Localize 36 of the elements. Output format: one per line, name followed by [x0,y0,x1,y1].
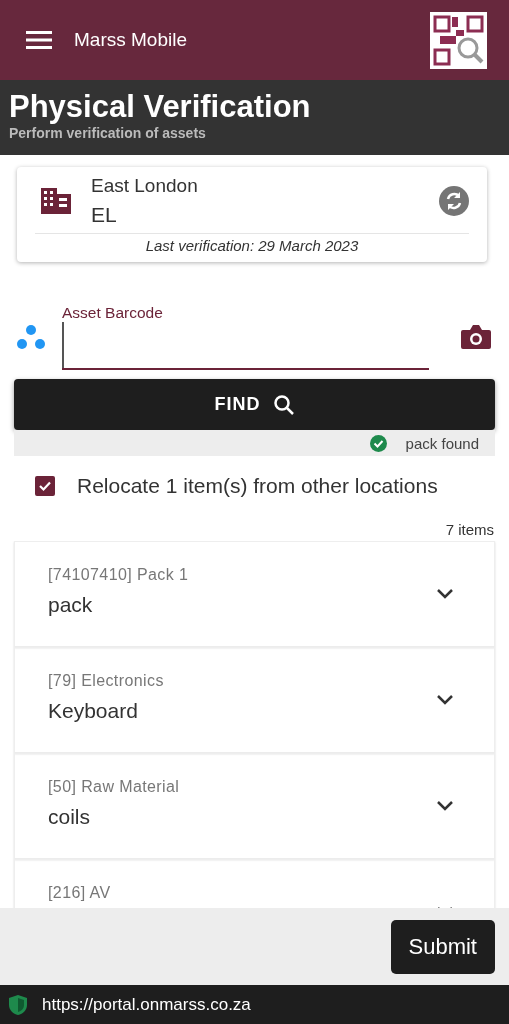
page-title: Physical Verification [9,90,312,124]
page-subtitle: Perform verification of assets [9,125,207,141]
asset-item[interactable]: [50] Raw Material coils [14,753,495,859]
chevron-down-icon[interactable] [436,588,454,600]
asset-category: [74107410] Pack 1 [48,566,190,584]
last-verification: Last verification: 29 March 2023 [144,236,360,254]
location-name: East London [91,175,199,197]
relocate-checkbox[interactable] [35,476,55,496]
status-message: pack found [405,434,479,452]
asset-category: [79] Electronics [48,672,165,690]
submit-button[interactable]: Submit [390,919,495,974]
check-circle-icon [369,434,387,452]
asset-category: [50] Raw Material [48,778,181,796]
asset-item[interactable]: [79] Electronics Keyboard [14,647,495,753]
relocate-label: Relocate 1 item(s) from other locations [77,474,438,498]
chevron-down-icon[interactable] [436,694,454,706]
menu-icon[interactable] [26,30,52,50]
dots-icon [16,324,46,350]
field-label: Asset Barcode [62,304,163,322]
shield-icon [8,993,28,1016]
app-title: Marss Mobile [74,29,188,51]
asset-name: coils [48,805,91,829]
asset-name: pack [48,593,94,617]
chevron-down-icon[interactable] [436,800,454,812]
find-button[interactable]: FIND [14,379,495,430]
sync-icon[interactable] [439,186,469,216]
asset-category: [216] AV [48,884,112,902]
asset-name: Keyboard [48,699,139,723]
location-code: EL [91,203,118,227]
asset-item[interactable]: [74107410] Pack 1 pack [14,541,495,647]
building-icon [41,188,71,214]
search-icon [272,393,295,416]
camera-icon[interactable] [461,324,491,350]
item-count: 7 items [445,521,494,538]
url-text: https://portal.onmarss.co.za [42,994,251,1015]
qr-search-icon[interactable] [430,11,487,69]
